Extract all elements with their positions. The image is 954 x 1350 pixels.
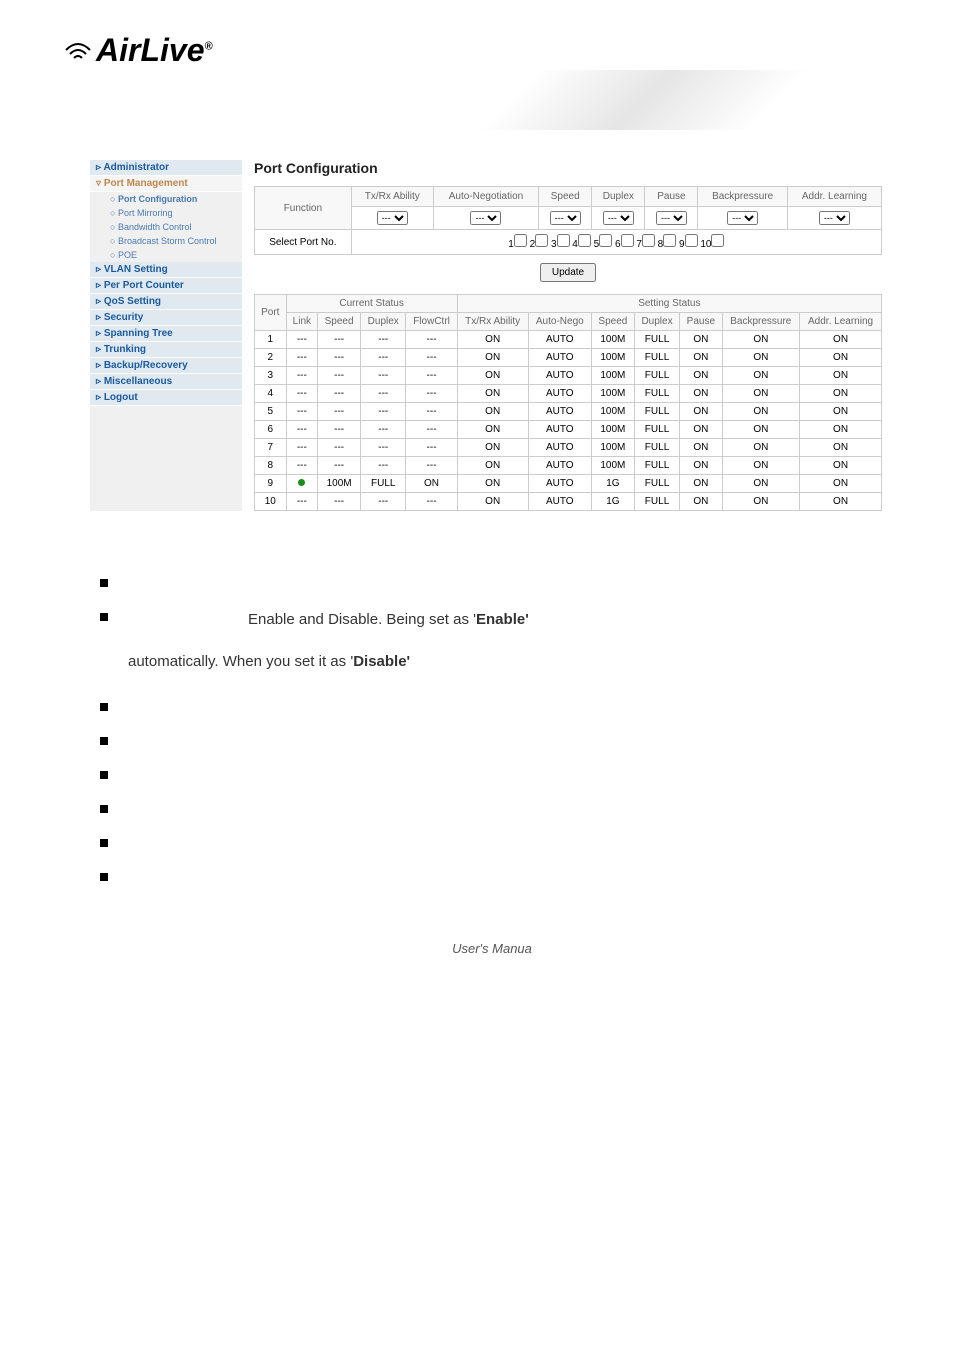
col-txrx: Tx/Rx Ability [457,313,528,331]
sidebar: ▹ Administrator ▿ Port Management ○ Port… [90,160,242,511]
sidebar-sub-port-mirror[interactable]: ○ Port Mirroring [90,206,242,220]
table-row: 8------------ONAUTO100MFULLONONON [255,457,882,475]
port-checkboxes: 1 2 3 4 5 6 7 8 9 10 [351,230,881,255]
update-button[interactable]: Update [540,263,596,282]
table-row: 9100MFULLONONAUTO1GFULLONONON [255,475,882,493]
hdr-addr-learning: Addr. Learning [787,187,881,207]
hdr-autoneg: Auto-Negotiation [433,187,538,207]
function-label: Function [255,187,352,230]
sidebar-trunking[interactable]: ▹ Trunking [90,342,242,358]
sidebar-administrator[interactable]: ▹ Administrator [90,160,242,176]
sidebar-backup[interactable]: ▹ Backup/Recovery [90,358,242,374]
sidebar-sub-port-config[interactable]: ○ Port Configuration [90,192,242,206]
group-current: Current Status [286,295,457,313]
bullet-2: Enable and Disable. Being set as 'Enable… [100,605,884,635]
col-bp: Backpressure [722,313,800,331]
function-table: Function Tx/Rx Ability Auto-Negotiation … [254,186,882,255]
sidebar-vlan[interactable]: ▹ VLAN Setting [90,262,242,278]
sidebar-sub-bandwidth[interactable]: ○ Bandwidth Control [90,220,242,234]
bullet-icon [100,839,108,847]
hdr-txrx: Tx/Rx Ability [351,187,433,207]
hdr-speed: Speed [539,187,592,207]
bullet-1 [100,571,884,587]
sidebar-misc[interactable]: ▹ Miscellaneous [90,374,242,390]
sidebar-sub-broadcast[interactable]: ○ Broadcast Storm Control [90,234,242,248]
panel-title: Port Configuration [254,160,882,176]
col-flowctrl: FlowCtrl [406,313,457,331]
bullet-icon [100,805,108,813]
col-sduplex: Duplex [634,313,679,331]
dropdown-txrx[interactable]: --- [377,211,408,225]
table-row: 5------------ONAUTO100MFULLONONON [255,403,882,421]
bullet-section: Enable and Disable. Being set as 'Enable… [90,571,894,881]
bullet-2-cont: automatically. When you set it as 'Disab… [100,647,884,677]
app-container: ▹ Administrator ▿ Port Management ○ Port… [90,160,894,511]
bullet-icon [100,703,108,711]
sidebar-qos[interactable]: ▹ QoS Setting [90,294,242,310]
dropdown-duplex[interactable]: --- [603,211,634,225]
bullet-5 [100,763,884,779]
port-cb-10[interactable] [711,234,724,247]
col-duplex: Duplex [361,313,406,331]
col-link: Link [286,313,318,331]
port-cb-9[interactable] [685,234,698,247]
bullet-icon [100,873,108,881]
port-cb-2[interactable] [535,234,548,247]
table-row: 6------------ONAUTO100MFULLONONON [255,421,882,439]
main-panel: Port Configuration Function Tx/Rx Abilit… [242,160,894,511]
col-addr: Addr. Learning [800,313,882,331]
table-row: 2------------ONAUTO100MFULLONONON [255,349,882,367]
dropdown-addr[interactable]: --- [819,211,850,225]
table-row: 1------------ONAUTO100MFULLONONON [255,331,882,349]
sidebar-logout[interactable]: ▹ Logout [90,390,242,406]
bullet-7 [100,831,884,847]
status-table: Port Current Status Setting Status Link … [254,294,882,511]
col-autoneg: Auto-Nego [528,313,591,331]
bullet-icon [100,737,108,745]
bullet-8 [100,865,884,881]
bullet-6 [100,797,884,813]
header-swoosh [334,70,954,130]
hdr-pause: Pause [645,187,698,207]
bullet-4 [100,729,884,745]
dropdown-backpressure[interactable]: --- [727,211,758,225]
bullet-icon [100,579,108,587]
sidebar-sub-poe[interactable]: ○ POE [90,248,242,262]
group-setting: Setting Status [457,295,881,313]
select-port-label: Select Port No. [255,230,352,255]
sidebar-spanning-tree[interactable]: ▹ Spanning Tree [90,326,242,342]
sidebar-per-port-counter[interactable]: ▹ Per Port Counter [90,278,242,294]
col-sspeed: Speed [591,313,634,331]
dropdown-speed[interactable]: --- [550,211,581,225]
bullet-icon [100,613,108,621]
bullet-3 [100,695,884,711]
logo-icon [60,30,96,70]
col-pause: Pause [680,313,722,331]
col-port: Port [255,295,287,331]
bullet-icon [100,771,108,779]
sidebar-security[interactable]: ▹ Security [90,310,242,326]
col-speed: Speed [318,313,361,331]
port-cb-6[interactable] [621,234,634,247]
sidebar-port-management[interactable]: ▿ Port Management [90,176,242,192]
port-cb-5[interactable] [599,234,612,247]
table-row: 7------------ONAUTO100MFULLONONON [255,439,882,457]
hdr-duplex: Duplex [592,187,645,207]
table-row: 10------------ONAUTO1GFULLONONON [255,493,882,511]
port-cb-1[interactable] [514,234,527,247]
port-cb-3[interactable] [557,234,570,247]
logo-area: AirLive® [0,0,954,80]
port-cb-8[interactable] [663,234,676,247]
port-cb-4[interactable] [578,234,591,247]
port-cb-7[interactable] [642,234,655,247]
table-row: 4------------ONAUTO100MFULLONONON [255,385,882,403]
dropdown-pause[interactable]: --- [656,211,687,225]
link-up-icon [298,479,305,486]
dropdown-autoneg[interactable]: --- [470,211,501,225]
hdr-backpressure: Backpressure [698,187,787,207]
logo: AirLive® [60,30,894,70]
logo-text: AirLive® [96,32,213,69]
table-row: 3------------ONAUTO100MFULLONONON [255,367,882,385]
footer: User's Manua [90,941,894,956]
